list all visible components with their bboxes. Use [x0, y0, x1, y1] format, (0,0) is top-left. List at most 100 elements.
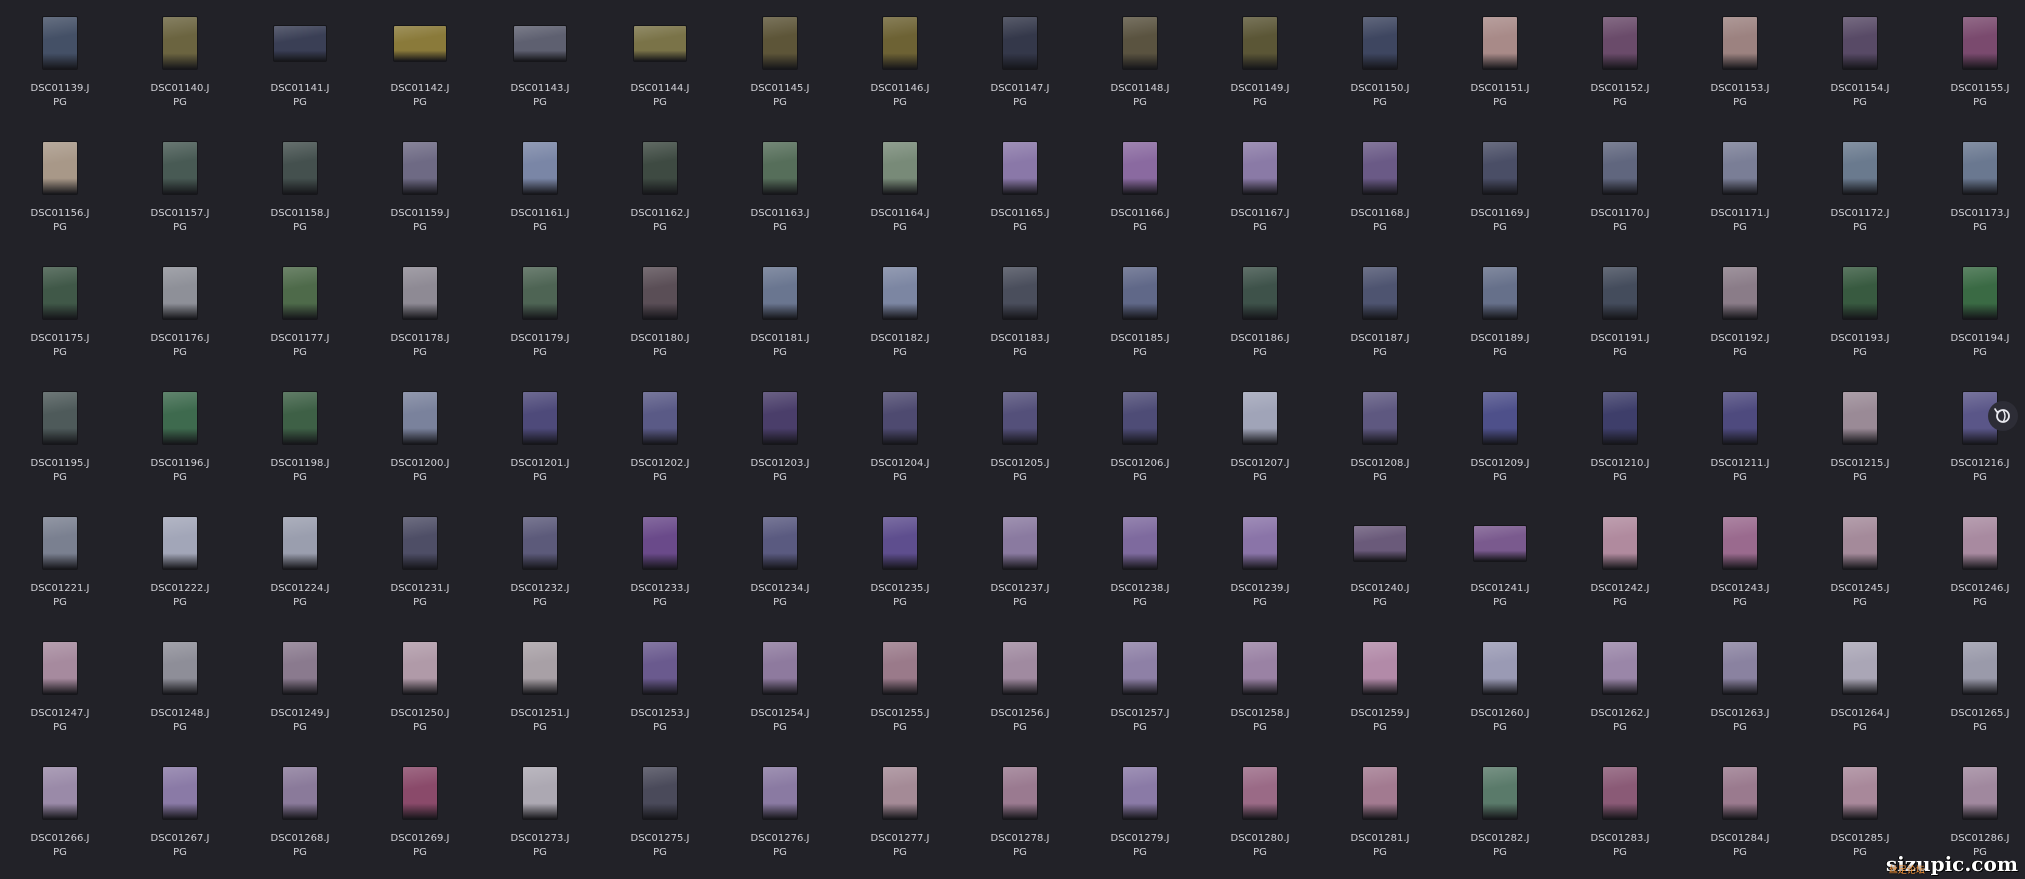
file-item[interactable]: DSC01203.JPG — [720, 375, 840, 500]
photo-thumbnail[interactable] — [403, 267, 437, 319]
file-item[interactable]: DSC01165.JPG — [960, 125, 1080, 250]
photo-thumbnail[interactable] — [1003, 142, 1037, 194]
file-item[interactable]: DSC01224.JPG — [240, 500, 360, 625]
photo-thumbnail[interactable] — [163, 517, 197, 569]
photo-thumbnail[interactable] — [634, 26, 686, 61]
photo-thumbnail[interactable] — [1123, 392, 1157, 444]
file-item[interactable]: DSC01186.JPG — [1200, 250, 1320, 375]
photo-thumbnail[interactable] — [883, 142, 917, 194]
photo-thumbnail[interactable] — [43, 17, 77, 69]
photo-thumbnail[interactable] — [1963, 767, 1997, 819]
file-item[interactable]: DSC01193.JPG — [1800, 250, 1920, 375]
photo-thumbnail[interactable] — [283, 392, 317, 444]
photo-thumbnail[interactable] — [1603, 267, 1637, 319]
file-item[interactable]: DSC01198.JPG — [240, 375, 360, 500]
file-item[interactable]: DSC01277.JPG — [840, 750, 960, 875]
file-item[interactable]: DSC01281.JPG — [1320, 750, 1440, 875]
file-item[interactable]: DSC01255.JPG — [840, 625, 960, 750]
photo-thumbnail[interactable] — [1963, 642, 1997, 694]
file-item[interactable]: DSC01196.JPG — [120, 375, 240, 500]
file-item[interactable]: DSC01211.JPG — [1680, 375, 1800, 500]
photo-thumbnail[interactable] — [763, 267, 797, 319]
file-item[interactable]: DSC01235.JPG — [840, 500, 960, 625]
file-item[interactable]: DSC01191.JPG — [1560, 250, 1680, 375]
file-item[interactable]: DSC01181.JPG — [720, 250, 840, 375]
file-item[interactable]: DSC01276.JPG — [720, 750, 840, 875]
file-item[interactable]: DSC01237.JPG — [960, 500, 1080, 625]
photo-thumbnail[interactable] — [43, 767, 77, 819]
photo-thumbnail[interactable] — [1483, 142, 1517, 194]
file-item[interactable]: DSC01284.JPG — [1680, 750, 1800, 875]
photo-thumbnail[interactable] — [883, 267, 917, 319]
file-item[interactable]: DSC01178.JPG — [360, 250, 480, 375]
file-item[interactable]: DSC01154.JPG — [1800, 0, 1920, 125]
file-item[interactable]: DSC01282.JPG — [1440, 750, 1560, 875]
file-item[interactable]: DSC01157.JPG — [120, 125, 240, 250]
file-item[interactable]: DSC01209.JPG — [1440, 375, 1560, 500]
file-item[interactable]: DSC01142.JPG — [360, 0, 480, 125]
photo-thumbnail[interactable] — [1603, 392, 1637, 444]
photo-thumbnail[interactable] — [403, 517, 437, 569]
file-item[interactable]: DSC01208.JPG — [1320, 375, 1440, 500]
photo-thumbnail[interactable] — [1123, 767, 1157, 819]
photo-thumbnail[interactable] — [1723, 392, 1757, 444]
photo-thumbnail[interactable] — [1723, 17, 1757, 69]
photo-thumbnail[interactable] — [163, 142, 197, 194]
file-item[interactable]: DSC01156.JPG — [0, 125, 120, 250]
file-item[interactable]: DSC01238.JPG — [1080, 500, 1200, 625]
file-item[interactable]: DSC01279.JPG — [1080, 750, 1200, 875]
photo-thumbnail[interactable] — [1123, 267, 1157, 319]
photo-thumbnail[interactable] — [1363, 17, 1397, 69]
file-item[interactable]: DSC01150.JPG — [1320, 0, 1440, 125]
photo-thumbnail[interactable] — [514, 26, 566, 61]
file-item[interactable]: DSC01204.JPG — [840, 375, 960, 500]
file-item[interactable]: DSC01140.JPG — [120, 0, 240, 125]
photo-thumbnail[interactable] — [763, 17, 797, 69]
photo-thumbnail[interactable] — [283, 517, 317, 569]
photo-thumbnail[interactable] — [1843, 142, 1877, 194]
file-item[interactable]: DSC01246.JPG — [1920, 500, 2025, 625]
photo-thumbnail[interactable] — [1243, 142, 1277, 194]
photo-thumbnail[interactable] — [1603, 767, 1637, 819]
file-item[interactable]: DSC01148.JPG — [1080, 0, 1200, 125]
photo-thumbnail[interactable] — [1474, 526, 1526, 561]
file-item[interactable]: DSC01180.JPG — [600, 250, 720, 375]
file-item[interactable]: DSC01207.JPG — [1200, 375, 1320, 500]
photo-thumbnail[interactable] — [1963, 267, 1997, 319]
file-item[interactable]: DSC01210.JPG — [1560, 375, 1680, 500]
file-item[interactable]: DSC01275.JPG — [600, 750, 720, 875]
file-item[interactable]: DSC01161.JPG — [480, 125, 600, 250]
file-item[interactable]: DSC01144.JPG — [600, 0, 720, 125]
file-item[interactable]: DSC01170.JPG — [1560, 125, 1680, 250]
file-item[interactable]: DSC01206.JPG — [1080, 375, 1200, 500]
file-item[interactable]: DSC01268.JPG — [240, 750, 360, 875]
photo-thumbnail[interactable] — [1363, 642, 1397, 694]
file-item[interactable]: DSC01149.JPG — [1200, 0, 1320, 125]
photo-thumbnail[interactable] — [283, 142, 317, 194]
photo-thumbnail[interactable] — [43, 392, 77, 444]
file-item[interactable]: DSC01256.JPG — [960, 625, 1080, 750]
photo-thumbnail[interactable] — [1243, 642, 1277, 694]
photo-thumbnail[interactable] — [1483, 767, 1517, 819]
photo-thumbnail[interactable] — [1243, 392, 1277, 444]
photo-thumbnail[interactable] — [643, 267, 677, 319]
file-item[interactable]: DSC01173.JPG — [1920, 125, 2025, 250]
file-item[interactable]: DSC01257.JPG — [1080, 625, 1200, 750]
file-item[interactable]: DSC01216.JPG — [1920, 375, 2025, 500]
photo-thumbnail[interactable] — [883, 517, 917, 569]
file-item[interactable]: DSC01171.JPG — [1680, 125, 1800, 250]
photo-thumbnail[interactable] — [1123, 17, 1157, 69]
photo-thumbnail[interactable] — [283, 642, 317, 694]
photo-thumbnail[interactable] — [1243, 17, 1277, 69]
file-item[interactable]: DSC01202.JPG — [600, 375, 720, 500]
photo-thumbnail[interactable] — [523, 642, 557, 694]
photo-thumbnail[interactable] — [1963, 142, 1997, 194]
file-item[interactable]: DSC01260.JPG — [1440, 625, 1560, 750]
file-item[interactable]: DSC01265.JPG — [1920, 625, 2025, 750]
photo-thumbnail[interactable] — [643, 142, 677, 194]
photo-thumbnail[interactable] — [1363, 392, 1397, 444]
photo-thumbnail[interactable] — [163, 767, 197, 819]
file-item[interactable]: DSC01189.JPG — [1440, 250, 1560, 375]
photo-thumbnail[interactable] — [1123, 517, 1157, 569]
photo-thumbnail[interactable] — [883, 642, 917, 694]
